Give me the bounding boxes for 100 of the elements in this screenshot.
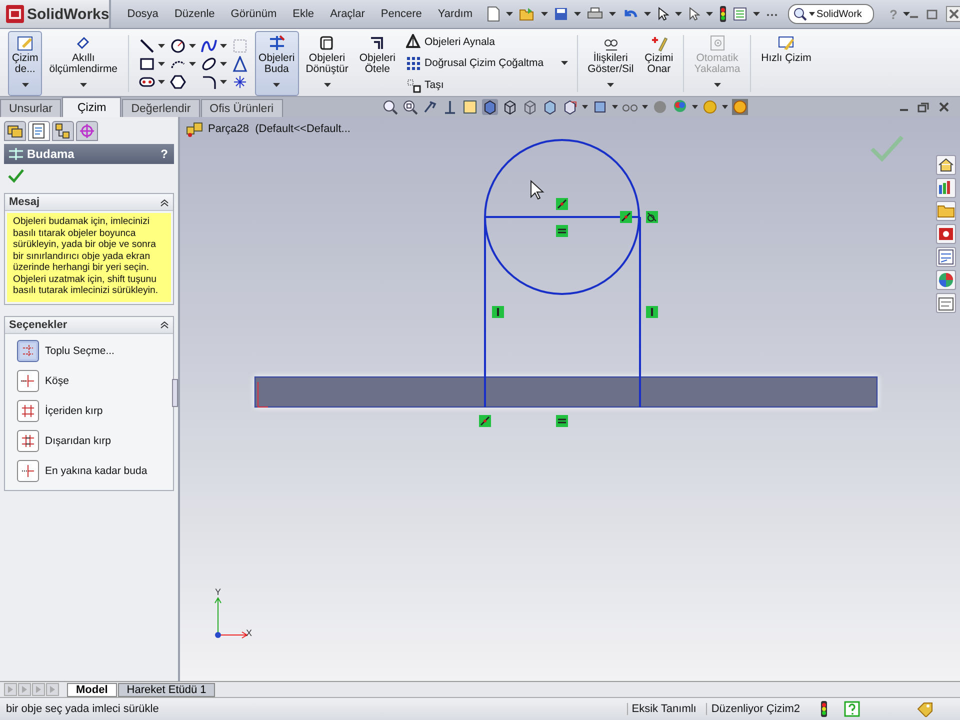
caret-icon — [574, 12, 581, 16]
group-header[interactable]: Mesaj — [5, 194, 173, 211]
pattern-icon — [406, 56, 421, 71]
ellipse-icon — [200, 56, 217, 72]
minimize-icon — [910, 16, 918, 18]
option-item[interactable]: İçeriden kırp — [5, 396, 173, 426]
highlighted-rectangle[interactable] — [254, 376, 878, 408]
help-button[interactable]: ? — [160, 147, 168, 161]
caret-icon — [642, 105, 648, 109]
status-field: Düzenliyor Çizim2 — [706, 703, 804, 715]
save-icon — [554, 7, 568, 21]
previous-view-icon — [422, 99, 438, 115]
search-field[interactable]: SolidWork — [788, 4, 874, 24]
task-pane-button[interactable] — [936, 201, 956, 221]
menu-item[interactable]: Pencere — [372, 8, 430, 20]
task-pane-button[interactable] — [936, 178, 956, 198]
logo-icon — [6, 5, 24, 23]
menu-item[interactable]: Görünüm — [222, 8, 285, 20]
tab[interactable]: Hareket Etüdü 1 — [118, 682, 216, 696]
corner-marker-icon — [258, 382, 268, 408]
caret-icon — [158, 80, 165, 84]
trim-icon — [8, 147, 24, 161]
panel-tab[interactable] — [52, 121, 74, 141]
caret-icon — [674, 12, 682, 16]
sketch-circle[interactable] — [484, 139, 640, 295]
open-folder-icon — [518, 7, 535, 21]
toolbar-button[interactable]: Objeleri Dönüştür — [302, 31, 352, 96]
relation-icon — [556, 415, 568, 427]
axis-label: X — [246, 628, 252, 638]
properties-icon — [937, 248, 955, 266]
task-pane-button[interactable] — [936, 224, 956, 244]
caret-icon — [808, 12, 815, 16]
collapse-handle[interactable] — [172, 379, 178, 407]
toolbar-button[interactable]: Akıllı ölçümlendirme — [45, 31, 122, 96]
move-icon — [406, 78, 421, 93]
toolbar-button[interactable]: Objeleri Buda — [254, 31, 299, 96]
polygon-icon — [170, 74, 186, 90]
task-pane-button[interactable] — [936, 293, 956, 313]
message-text: Objeleri budamak için, imlecinizi basılı tıtarak objeler boyunca sürükleyin, yada bir obje ve sonra bir sınırlandırıcı obje yada ekran üzerinde herhangi bir yeri seçin. Objeleri uzatmak için, shift tuşunu basılı tutarak imlecinizi sürükleyin. — [7, 213, 171, 302]
option-item[interactable]: En yakına kadar buda — [5, 456, 173, 486]
point-icon — [232, 74, 248, 90]
task-pane-button[interactable] — [936, 155, 956, 175]
search-icon — [792, 7, 807, 21]
caret-icon — [692, 105, 698, 109]
relation-icon — [646, 306, 658, 318]
toolbar-button[interactable]: Objeleri Ötele — [355, 31, 400, 96]
caret-icon — [158, 44, 165, 48]
app-logo: SolidWorks — [0, 0, 112, 28]
mouse-pointer-icon — [530, 180, 544, 200]
new-document-icon — [486, 6, 500, 22]
traffic-light-icon — [820, 701, 828, 717]
toolbar-button[interactable]: Hızlı Çizim — [757, 31, 816, 96]
panel-title: Budama — [27, 147, 74, 161]
shaded-cube-icon — [482, 99, 498, 115]
tab[interactable]: Çizim — [62, 97, 122, 117]
task-pane-button[interactable] — [936, 270, 956, 290]
help-icon — [844, 701, 860, 717]
menu-item[interactable]: Araçlar — [322, 8, 373, 20]
display-style-icon — [592, 99, 608, 115]
task-pane-button[interactable] — [936, 247, 956, 267]
wireframe-cube-icon — [502, 99, 518, 115]
toolbar-button[interactable]: İlişkileri Göster/Sil — [584, 31, 638, 96]
menu-item[interactable]: Düzenle — [166, 8, 223, 20]
option-item[interactable]: Dışarıdan kırp — [5, 426, 173, 456]
view-orientation-icon — [562, 99, 578, 115]
option-item[interactable]: Toplu Seçme... — [5, 336, 173, 366]
ok-check-icon — [8, 169, 24, 183]
caret-icon — [188, 62, 196, 66]
toolbar-button[interactable]: Çizimi Onar — [640, 31, 678, 96]
panel-tab[interactable] — [28, 121, 50, 141]
configuration-icon — [54, 122, 72, 140]
tab[interactable]: Unsurlar — [0, 99, 62, 117]
line-icon — [138, 38, 155, 54]
cube-icon — [542, 99, 558, 115]
tab[interactable]: Değerlendir — [122, 99, 200, 117]
caret-icon — [220, 80, 227, 84]
traffic-light-icon — [718, 6, 727, 22]
menu-item[interactable]: Yardım — [430, 8, 481, 20]
relation-icon — [492, 306, 504, 318]
toolbar-button[interactable]: Objeleri Aynala — [406, 34, 495, 50]
option-item[interactable]: Köşe — [5, 366, 173, 396]
tab[interactable]: Model — [67, 682, 117, 696]
caret-icon — [903, 12, 910, 16]
color-palette-icon — [672, 99, 688, 115]
toolbar-button[interactable]: Taşı — [406, 78, 444, 93]
menu-item[interactable]: Ekle — [284, 8, 322, 20]
cursor-icon — [656, 7, 669, 21]
close-icon — [946, 6, 960, 22]
part-icon — [186, 121, 204, 137]
menu-item[interactable]: Dosya — [119, 8, 166, 20]
rectangle-icon — [138, 56, 155, 72]
sketch-line[interactable] — [485, 216, 640, 218]
tab[interactable]: Ofis Ürünleri — [200, 99, 283, 117]
toolbar-button[interactable]: Doğrusal Çizim Çoğaltma — [406, 56, 544, 71]
minimize-icon — [900, 109, 908, 111]
toolbar-button[interactable]: Çizim de... — [8, 31, 42, 96]
panel-tab[interactable] — [4, 121, 26, 141]
sketch-icon — [16, 34, 34, 52]
sketch-grid-icon — [232, 38, 248, 54]
part-name[interactable]: Parça28 (Default<<Default... — [208, 123, 350, 135]
